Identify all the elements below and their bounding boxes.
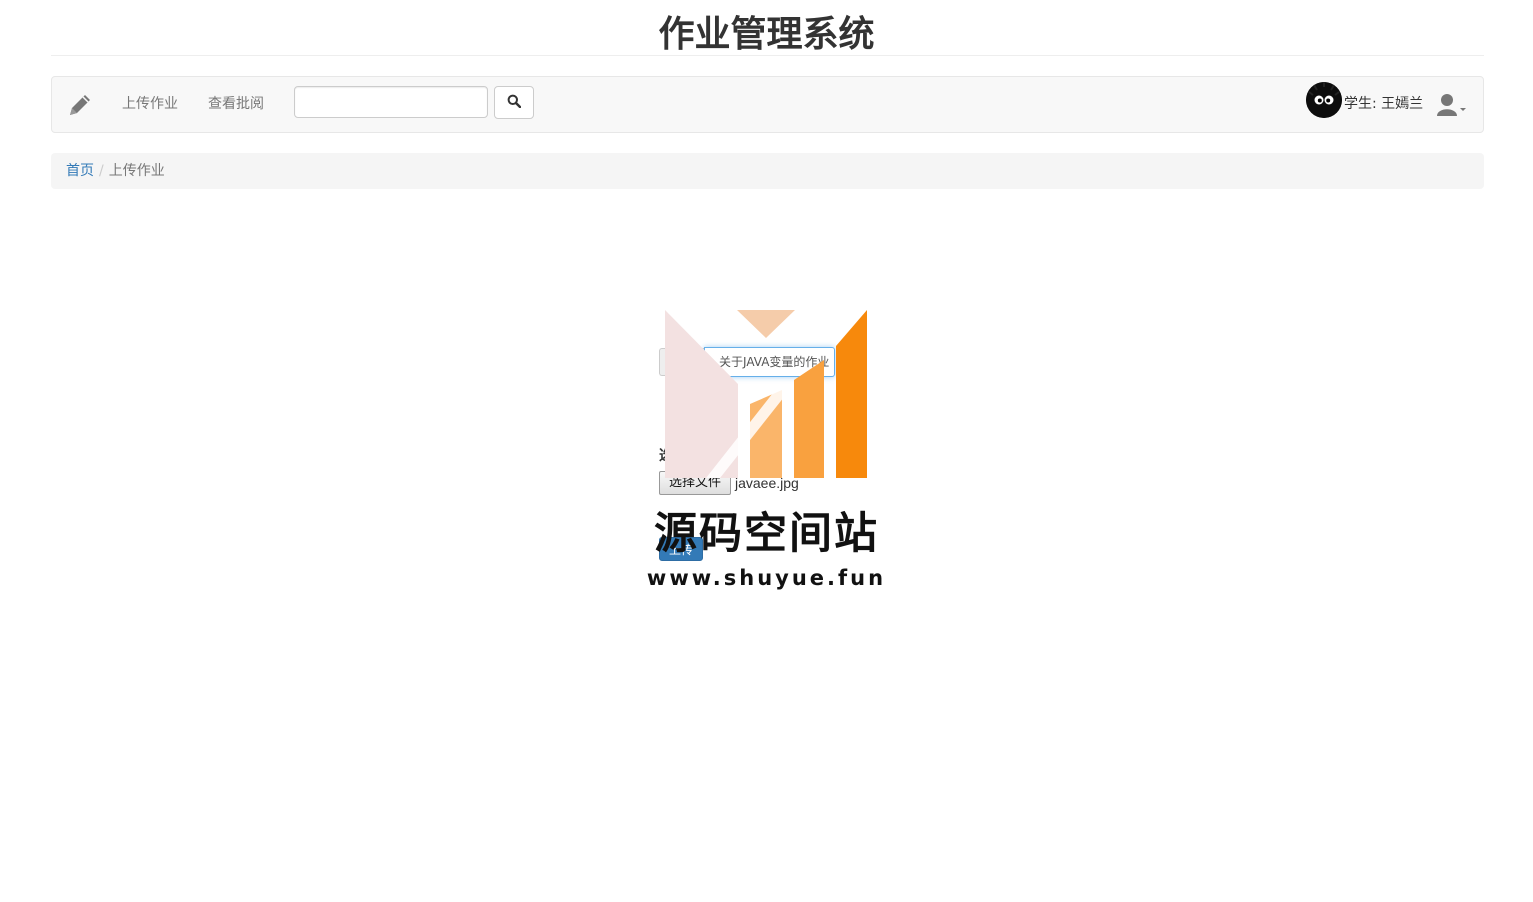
breadcrumb: 首页 / 上传作业 — [51, 153, 1484, 189]
watermark-site-name: 源码空间站 — [654, 509, 879, 559]
page-title: 作业管理系统 — [658, 14, 875, 55]
breadcrumb-home[interactable]: 首页 — [66, 163, 94, 179]
caret-down-icon — [1460, 108, 1466, 111]
user-menu-dropdown[interactable] — [1436, 92, 1470, 118]
title-input-addon — [659, 348, 705, 376]
navbar: 上传作业 查看批阅 学生: 王嫣兰 — [51, 76, 1484, 133]
selected-file-name: javaee.jpg — [735, 475, 799, 491]
nav-view-reviews[interactable]: 查看批阅 — [208, 94, 264, 114]
avatar — [1306, 82, 1342, 118]
watermark-site-url: www.shuyue.fun — [646, 566, 887, 590]
pencil-icon[interactable] — [66, 91, 94, 119]
homework-title-input[interactable]: 关于JAVA变量的作业 — [704, 347, 835, 377]
choose-file-button[interactable]: 选择文件 — [659, 471, 731, 495]
file-label: 选择文件: — [659, 448, 721, 464]
user-name-label: 学生: 王嫣兰 — [1344, 96, 1424, 112]
breadcrumb-separator: / — [99, 163, 104, 179]
title-divider — [51, 55, 1484, 56]
submit-upload-button[interactable]: 上传 — [659, 537, 703, 561]
user-icon — [1437, 94, 1457, 116]
breadcrumb-current: 上传作业 — [108, 163, 165, 179]
search-button[interactable] — [494, 86, 534, 119]
search-icon — [507, 94, 522, 111]
nav-upload-homework[interactable]: 上传作业 — [122, 94, 178, 114]
search-input[interactable] — [294, 86, 488, 118]
